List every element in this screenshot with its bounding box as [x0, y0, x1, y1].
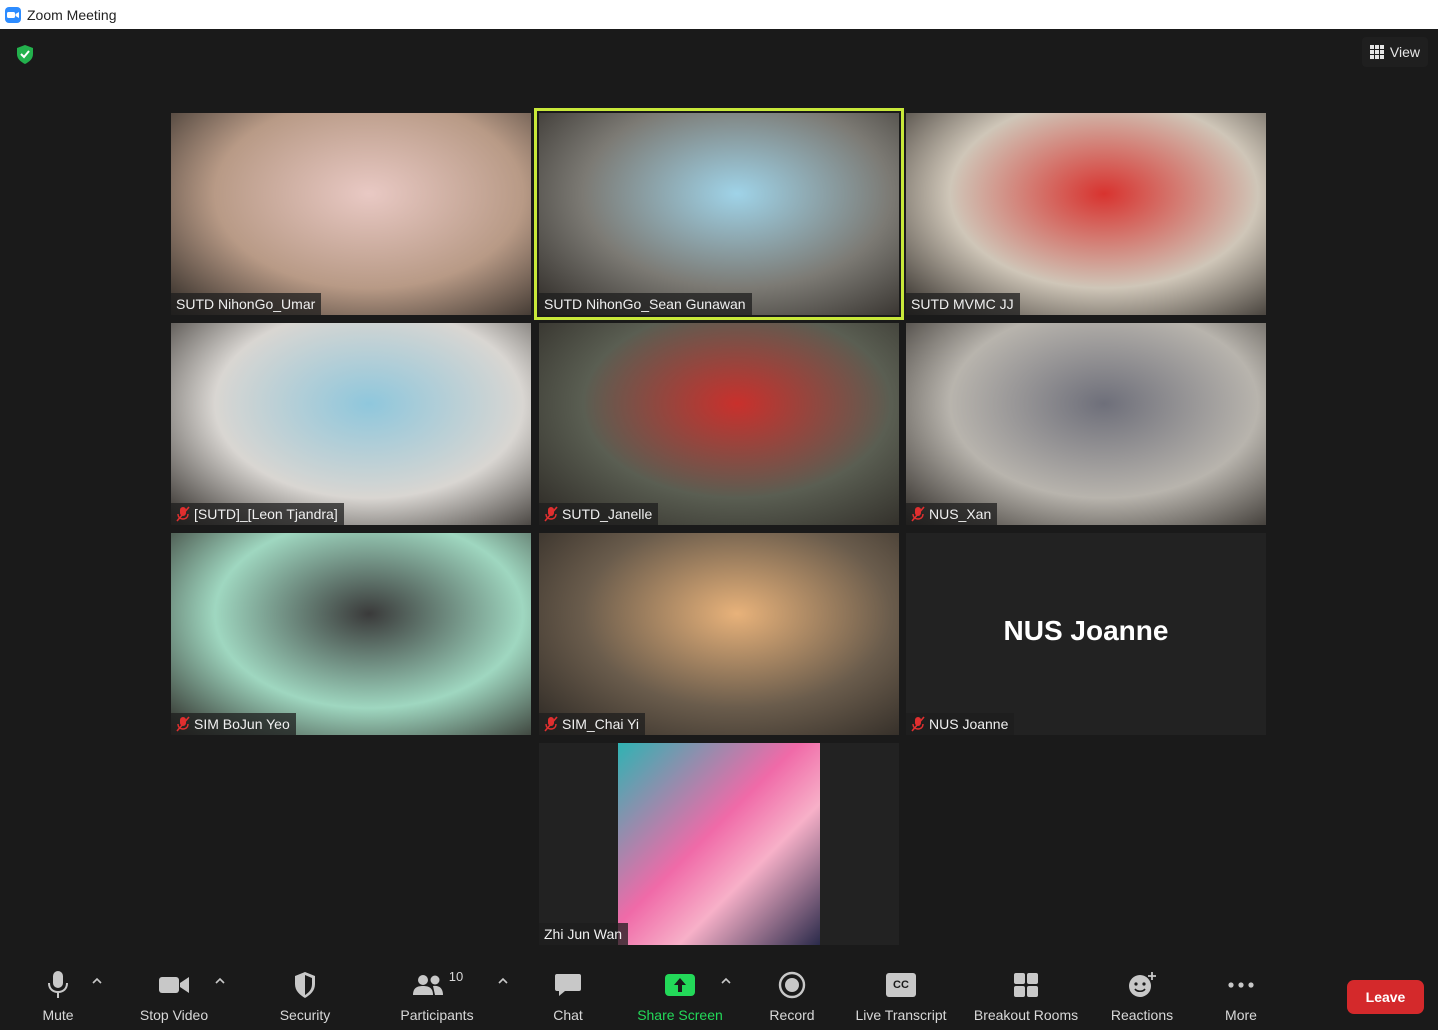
- mute-button[interactable]: Mute: [30, 959, 86, 1030]
- participant-name-tag: SIM BoJun Yeo: [171, 713, 296, 735]
- share-screen-button[interactable]: Share Screen: [632, 959, 728, 1030]
- security-button[interactable]: Security: [275, 959, 335, 1030]
- participant-tile[interactable]: SUTD_Janelle: [539, 323, 899, 525]
- participant-tile[interactable]: SUTD NihonGo_Umar: [171, 113, 531, 315]
- chat-label: Chat: [553, 1007, 583, 1023]
- muted-mic-icon: [544, 506, 558, 522]
- participant-name-tag: Zhi Jun Wan: [539, 923, 629, 945]
- participant-tile-no-video[interactable]: NUS Joanne NUS Joanne: [906, 533, 1266, 735]
- video-feed: [539, 323, 899, 525]
- record-label: Record: [769, 1007, 815, 1023]
- live-transcript-label: Live Transcript: [855, 1007, 947, 1023]
- security-label: Security: [279, 1007, 331, 1023]
- participant-name: SIM BoJun Yeo: [194, 716, 290, 732]
- participant-name: [SUTD]_[Leon Tjandra]: [194, 506, 338, 522]
- participants-icon: [412, 975, 443, 995]
- participant-name: NUS_Xan: [929, 506, 992, 522]
- video-feed: [539, 113, 899, 315]
- participant-center-name: NUS Joanne: [1003, 615, 1169, 646]
- video-options-caret-icon[interactable]: [215, 977, 225, 985]
- participant-tile-active-speaker[interactable]: SUTD NihonGo_Sean Gunawan: [534, 108, 904, 320]
- muted-mic-icon: [176, 506, 190, 522]
- participant-tile[interactable]: SUTD MVMC JJ: [906, 113, 1266, 315]
- leave-button[interactable]: Leave: [1347, 980, 1424, 1014]
- muted-mic-icon: [176, 716, 190, 732]
- video-stage: View SUTD NihonGo_Umar SUTD NihonGo_Sean…: [0, 29, 1438, 959]
- muted-mic-icon: [911, 506, 925, 522]
- participant-name: Zhi Jun Wan: [544, 926, 623, 942]
- participant-avatar-image: [618, 743, 820, 945]
- participant-name-tag: NUS_Xan: [906, 503, 998, 525]
- participant-name: SUTD MVMC JJ: [911, 296, 1014, 312]
- meeting-toolbar: Mute Stop Video Security 10 Participants…: [0, 959, 1438, 1030]
- video-feed: [539, 743, 899, 945]
- participant-name-tag: [SUTD]_[Leon Tjandra]: [171, 503, 344, 525]
- breakout-rooms-button[interactable]: Breakout Rooms: [968, 959, 1084, 1030]
- participant-name: SUTD NihonGo_Sean Gunawan: [544, 296, 746, 312]
- encryption-shield-icon[interactable]: [14, 43, 36, 65]
- record-icon: [778, 967, 806, 1003]
- reactions-label: Reactions: [1110, 1007, 1174, 1023]
- window-title: Zoom Meeting: [27, 6, 117, 23]
- more-dots-icon: [1227, 967, 1255, 1003]
- participants-label: Participants: [400, 1007, 474, 1023]
- participant-tile[interactable]: SIM BoJun Yeo: [171, 533, 531, 735]
- grid-view-icon: [1369, 45, 1384, 59]
- participant-name-tag: SUTD MVMC JJ: [906, 293, 1020, 315]
- view-button[interactable]: View: [1361, 37, 1428, 67]
- chat-bubble-icon: [554, 967, 582, 1003]
- cc-badge: CC: [886, 973, 916, 997]
- share-screen-arrow-icon: [664, 967, 696, 1003]
- participant-name-tag: SIM_Chai Yi: [539, 713, 646, 735]
- video-feed: [171, 323, 531, 525]
- share-options-caret-icon[interactable]: [721, 977, 731, 985]
- participant-name: SUTD_Janelle: [562, 506, 653, 522]
- participants-options-caret-icon[interactable]: [498, 977, 508, 985]
- audio-options-caret-icon[interactable]: [92, 977, 102, 985]
- participants-button[interactable]: 10 Participants: [395, 959, 479, 1030]
- video-camera-icon: [158, 967, 190, 1003]
- participant-name-tag: NUS Joanne: [906, 713, 1015, 735]
- video-feed: [171, 113, 531, 315]
- reactions-smiley-icon: [1127, 967, 1157, 1003]
- live-transcript-button[interactable]: CC Live Transcript: [850, 959, 952, 1030]
- zoom-app-icon: [5, 6, 21, 23]
- participant-name: SUTD NihonGo_Umar: [176, 296, 316, 312]
- view-button-label: View: [1389, 44, 1420, 60]
- microphone-icon: [47, 967, 69, 1003]
- reactions-button[interactable]: Reactions: [1106, 959, 1178, 1030]
- video-feed: [171, 533, 531, 735]
- participant-tile[interactable]: Zhi Jun Wan: [539, 743, 899, 945]
- participant-name-tag: SUTD NihonGo_Sean Gunawan: [539, 293, 752, 315]
- muted-mic-icon: [911, 716, 925, 732]
- window-titlebar: Zoom Meeting: [0, 0, 1438, 29]
- participant-name: NUS Joanne: [929, 716, 1009, 732]
- video-feed: [539, 533, 899, 735]
- record-button[interactable]: Record: [765, 959, 819, 1030]
- chat-button[interactable]: Chat: [548, 959, 588, 1030]
- breakout-rooms-label: Breakout Rooms: [973, 1007, 1079, 1023]
- participant-tile[interactable]: SIM_Chai Yi: [539, 533, 899, 735]
- more-label: More: [1225, 1007, 1257, 1023]
- stop-video-button[interactable]: Stop Video: [135, 959, 213, 1030]
- participants-icon-group: 10: [411, 967, 463, 1003]
- participant-name: SIM_Chai Yi: [562, 716, 640, 732]
- video-feed: [906, 323, 1266, 525]
- muted-mic-icon: [544, 716, 558, 732]
- participant-name-tag: SUTD_Janelle: [539, 503, 659, 525]
- participant-name-tag: SUTD NihonGo_Umar: [171, 293, 322, 315]
- stop-video-label: Stop Video: [139, 1007, 209, 1023]
- security-shield-icon: [293, 967, 317, 1003]
- participant-count: 10: [448, 969, 464, 984]
- breakout-rooms-icon: [1013, 967, 1039, 1003]
- more-button[interactable]: More: [1218, 959, 1264, 1030]
- participant-tile[interactable]: NUS_Xan: [906, 323, 1266, 525]
- mute-label: Mute: [42, 1007, 74, 1023]
- video-feed: [906, 113, 1266, 315]
- share-screen-label: Share Screen: [637, 1007, 723, 1023]
- closed-caption-icon: CC: [886, 967, 916, 1003]
- participant-tile[interactable]: [SUTD]_[Leon Tjandra]: [171, 323, 531, 525]
